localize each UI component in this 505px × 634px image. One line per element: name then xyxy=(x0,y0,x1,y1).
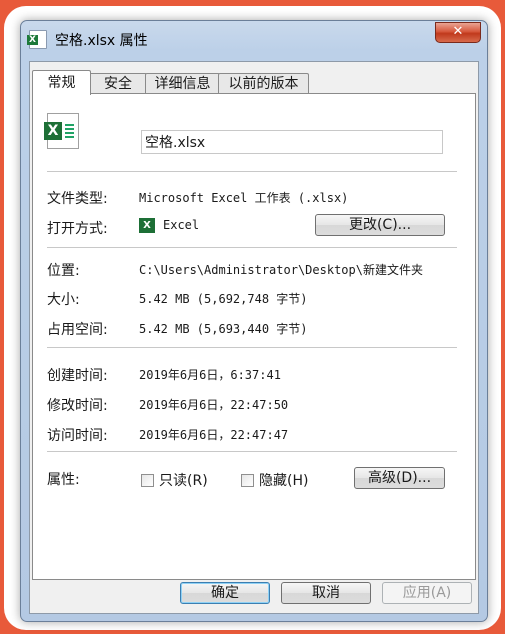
size-on-disk-label: 占用空间: xyxy=(47,322,108,338)
excel-file-icon: X xyxy=(27,30,47,49)
divider xyxy=(47,451,457,452)
apply-button[interactable]: 应用(A) xyxy=(382,582,472,604)
divider xyxy=(47,247,457,248)
properties-dialog: X 空格.xlsx 属性 ✕ 常规 安全 详细信息 以前的版本 X 空格.xls… xyxy=(20,20,488,622)
divider xyxy=(47,171,457,172)
filename-field[interactable]: 空格.xlsx xyxy=(141,130,443,154)
created-value: 2019年6月6日，6:37:41 xyxy=(139,368,281,382)
open-with-value: Excel xyxy=(163,218,200,232)
location-value: C:\Users\Administrator\Desktop\新建文件夹 xyxy=(139,263,423,277)
change-button[interactable]: 更改(C)... xyxy=(315,214,445,236)
readonly-label[interactable]: 只读(R) xyxy=(159,470,208,490)
hidden-checkbox[interactable] xyxy=(241,474,254,487)
tab-details[interactable]: 详细信息 xyxy=(145,73,220,94)
file-type-value: Microsoft Excel 工作表 (.xlsx) xyxy=(139,191,349,205)
modified-value: 2019年6月6日，22:47:50 xyxy=(139,398,289,412)
cancel-button[interactable]: 取消 xyxy=(281,582,371,604)
size-on-disk-value: 5.42 MB (5,693,440 字节) xyxy=(139,322,308,336)
tab-security[interactable]: 安全 xyxy=(89,73,147,94)
size-value: 5.42 MB (5,692,748 字节) xyxy=(139,292,308,306)
attributes-label: 属性: xyxy=(47,472,80,488)
close-icon[interactable]: ✕ xyxy=(435,22,481,43)
accessed-label: 访问时间: xyxy=(47,428,108,444)
general-panel: X 空格.xlsx 文件类型: Microsoft Excel 工作表 (.xl… xyxy=(32,93,476,580)
excel-document-icon: X xyxy=(44,113,79,149)
divider xyxy=(47,347,457,348)
size-label: 大小: xyxy=(47,292,80,308)
hidden-label[interactable]: 隐藏(H) xyxy=(259,470,308,490)
advanced-button[interactable]: 高级(D)... xyxy=(354,467,445,489)
tab-previous-versions[interactable]: 以前的版本 xyxy=(218,73,309,94)
location-label: 位置: xyxy=(47,263,80,279)
created-label: 创建时间: xyxy=(47,368,108,384)
open-with-label: 打开方式: xyxy=(47,221,108,237)
dialog-client: 常规 安全 详细信息 以前的版本 X 空格.xlsx 文件类型: Microso… xyxy=(29,61,479,614)
modified-label: 修改时间: xyxy=(47,398,108,414)
title-bar[interactable]: X 空格.xlsx 属性 ✕ xyxy=(21,21,487,55)
window-title: 空格.xlsx 属性 xyxy=(55,33,148,49)
accessed-value: 2019年6月6日，22:47:47 xyxy=(139,428,289,442)
excel-app-icon: X xyxy=(139,218,155,233)
file-type-label: 文件类型: xyxy=(47,191,108,207)
ok-button[interactable]: 确定 xyxy=(180,582,270,604)
screenshot-frame: X 空格.xlsx 属性 ✕ 常规 安全 详细信息 以前的版本 X 空格.xls… xyxy=(4,6,501,630)
tab-general[interactable]: 常规 xyxy=(32,70,91,95)
readonly-checkbox[interactable] xyxy=(141,474,154,487)
